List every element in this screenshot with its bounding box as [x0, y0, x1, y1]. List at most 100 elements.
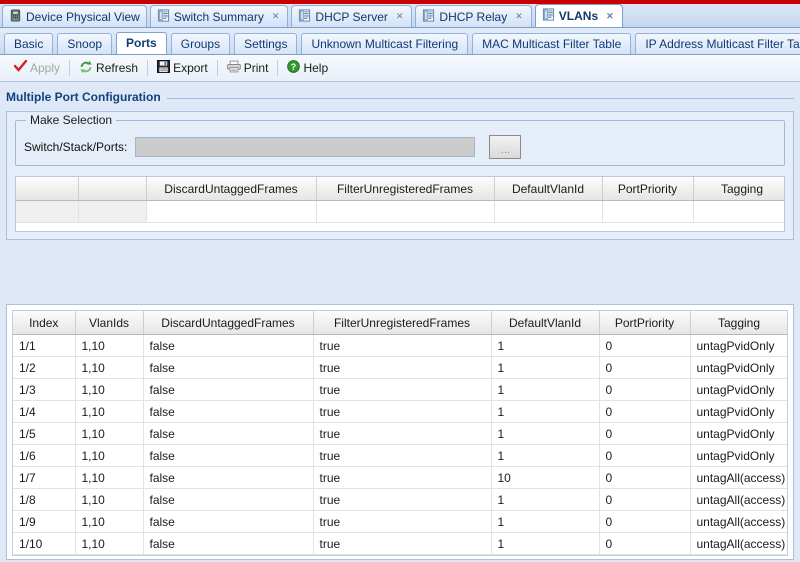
cell-portpriority[interactable]: 0: [599, 356, 691, 379]
close-icon[interactable]: ✕: [270, 11, 282, 22]
table-row[interactable]: 1/2 1,10 false true 1 0 untagPvidOnly: [13, 356, 787, 379]
cell-vlanids[interactable]: 1,10: [75, 422, 144, 445]
cell-tagging[interactable]: untagAll(access): [690, 466, 787, 489]
main-tab-switch-summary[interactable]: Switch Summary ✕: [149, 5, 289, 27]
cell-vlanids[interactable]: 1,10: [75, 466, 144, 489]
cell-discarduntaggedframes[interactable]: false: [143, 488, 314, 511]
cell-index[interactable]: 1/1: [13, 334, 76, 357]
sub-tab-basic[interactable]: Basic: [4, 33, 54, 54]
cell-portpriority[interactable]: 0: [599, 510, 691, 533]
cell-tagging[interactable]: untagAll(access): [690, 532, 787, 555]
cell-filterunregisteredframes[interactable]: true: [313, 334, 492, 357]
cell-tagging[interactable]: untagPvidOnly: [690, 400, 787, 423]
close-icon[interactable]: ✕: [604, 11, 616, 22]
browse-ports-button[interactable]: ...: [489, 135, 522, 159]
help-button[interactable]: ? Help: [281, 58, 334, 78]
table-row[interactable]: 1/5 1,10 false true 1 0 untagPvidOnly: [13, 422, 787, 445]
column-header-filterunregisteredframes[interactable]: FilterUnregisteredFrames: [313, 311, 492, 335]
cell-index[interactable]: 1/2: [13, 356, 76, 379]
cell-filterunregisteredframes[interactable]: true: [313, 466, 492, 489]
cell-defaultvlanid[interactable]: [494, 200, 603, 223]
cell-tagging[interactable]: untagPvidOnly: [690, 356, 787, 379]
table-row[interactable]: 1/9 1,10 false true 1 0 untagAll(access): [13, 510, 787, 533]
cell-index[interactable]: 1/6: [13, 444, 76, 467]
column-header-vlanids[interactable]: VlanIds: [75, 311, 144, 335]
cell-portpriority[interactable]: 0: [599, 466, 691, 489]
column-header-portpriority[interactable]: PortPriority: [599, 311, 691, 335]
cell-blank[interactable]: [78, 200, 147, 223]
table-row[interactable]: 1/1 1,10 false true 1 0 untagPvidOnly: [13, 334, 787, 357]
cell-tagging[interactable]: untagPvidOnly: [690, 422, 787, 445]
cell-defaultvlanid[interactable]: 1: [491, 422, 600, 445]
sub-tab-snoop[interactable]: Snoop: [57, 33, 113, 54]
sub-tab-ip-address-multicast-filter-table[interactable]: IP Address Multicast Filter Table: [635, 33, 800, 54]
apply-button[interactable]: Apply: [8, 58, 66, 78]
cell-vlanids[interactable]: 1,10: [75, 488, 144, 511]
cell-index[interactable]: 1/9: [13, 510, 76, 533]
table-row[interactable]: 1/4 1,10 false true 1 0 untagPvidOnly: [13, 400, 787, 423]
cell-discarduntaggedframes[interactable]: false: [143, 334, 314, 357]
cell-defaultvlanid[interactable]: 1: [491, 510, 600, 533]
cell-vlanids[interactable]: 1,10: [75, 356, 144, 379]
multiple-port-edit-grid[interactable]: DiscardUntaggedFrames FilterUnregisteredF…: [15, 176, 785, 232]
cell-portpriority[interactable]: 0: [599, 422, 691, 445]
cell-discarduntaggedframes[interactable]: false: [143, 400, 314, 423]
cell-tagging[interactable]: untagPvidOnly: [690, 378, 787, 401]
cell-vlanids[interactable]: 1,10: [75, 334, 144, 357]
cell-tagging[interactable]: untagPvidOnly: [690, 334, 787, 357]
main-tab-vlans[interactable]: VLANs ✕: [534, 4, 623, 27]
table-row[interactable]: 1/10 1,10 false true 1 0 untagAll(access): [13, 532, 787, 555]
cell-discarduntaggedframes[interactable]: [146, 200, 317, 223]
cell-vlanids[interactable]: 1,10: [75, 444, 144, 467]
port-list-grid[interactable]: Index VlanIds DiscardUntaggedFrames FilterU…: [12, 310, 788, 556]
cell-blank[interactable]: [16, 200, 79, 223]
cell-filterunregisteredframes[interactable]: [316, 200, 495, 223]
column-header-discarduntaggedframes[interactable]: DiscardUntaggedFrames: [143, 311, 314, 335]
column-header-defaultvlanid[interactable]: DefaultVlanId: [494, 177, 603, 201]
cell-filterunregisteredframes[interactable]: true: [313, 444, 492, 467]
column-header-tagging[interactable]: Tagging: [690, 311, 787, 335]
cell-discarduntaggedframes[interactable]: false: [143, 356, 314, 379]
cell-discarduntaggedframes[interactable]: false: [143, 422, 314, 445]
cell-portpriority[interactable]: 0: [599, 334, 691, 357]
column-header-discarduntaggedframes[interactable]: DiscardUntaggedFrames: [146, 177, 317, 201]
switch-stack-ports-input[interactable]: [135, 137, 476, 157]
table-row[interactable]: 1/3 1,10 false true 1 0 untagPvidOnly: [13, 378, 787, 401]
sub-tab-groups[interactable]: Groups: [170, 33, 231, 54]
cell-filterunregisteredframes[interactable]: true: [313, 422, 492, 445]
column-header-defaultvlanid[interactable]: DefaultVlanId: [491, 311, 600, 335]
column-header-filterunregisteredframes[interactable]: FilterUnregisteredFrames: [316, 177, 495, 201]
column-header-portpriority[interactable]: PortPriority: [602, 177, 694, 201]
cell-vlanids[interactable]: 1,10: [75, 400, 144, 423]
main-tab-device-physical-view[interactable]: Device Physical View: [2, 5, 147, 27]
cell-vlanids[interactable]: 1,10: [75, 510, 144, 533]
cell-index[interactable]: 1/4: [13, 400, 76, 423]
cell-portpriority[interactable]: 0: [599, 488, 691, 511]
cell-defaultvlanid[interactable]: 1: [491, 444, 600, 467]
column-header-tagging[interactable]: Tagging: [693, 177, 784, 201]
refresh-button[interactable]: Refresh: [73, 58, 144, 79]
cell-discarduntaggedframes[interactable]: false: [143, 466, 314, 489]
cell-tagging[interactable]: untagPvidOnly: [690, 444, 787, 467]
cell-discarduntaggedframes[interactable]: false: [143, 378, 314, 401]
cell-index[interactable]: 1/8: [13, 488, 76, 511]
cell-portpriority[interactable]: 0: [599, 532, 691, 555]
sub-tab-mac-multicast-filter-table[interactable]: MAC Multicast Filter Table: [472, 33, 632, 54]
cell-index[interactable]: 1/5: [13, 422, 76, 445]
cell-vlanids[interactable]: 1,10: [75, 532, 144, 555]
cell-index[interactable]: 1/3: [13, 378, 76, 401]
cell-defaultvlanid[interactable]: 1: [491, 356, 600, 379]
cell-defaultvlanid[interactable]: 1: [491, 400, 600, 423]
sub-tab-settings[interactable]: Settings: [234, 33, 298, 54]
sub-tab-ports[interactable]: Ports: [116, 32, 167, 54]
cell-defaultvlanid[interactable]: 1: [491, 378, 600, 401]
print-button[interactable]: Print: [221, 58, 275, 78]
cell-index[interactable]: 1/10: [13, 532, 76, 555]
main-tab-dhcp-relay[interactable]: DHCP Relay ✕: [415, 5, 532, 27]
cell-filterunregisteredframes[interactable]: true: [313, 378, 492, 401]
column-header-index[interactable]: Index: [13, 311, 76, 335]
cell-discarduntaggedframes[interactable]: false: [143, 532, 314, 555]
table-row[interactable]: [16, 200, 784, 223]
cell-tagging[interactable]: untagAll(access): [690, 488, 787, 511]
table-row[interactable]: 1/6 1,10 false true 1 0 untagPvidOnly: [13, 444, 787, 467]
